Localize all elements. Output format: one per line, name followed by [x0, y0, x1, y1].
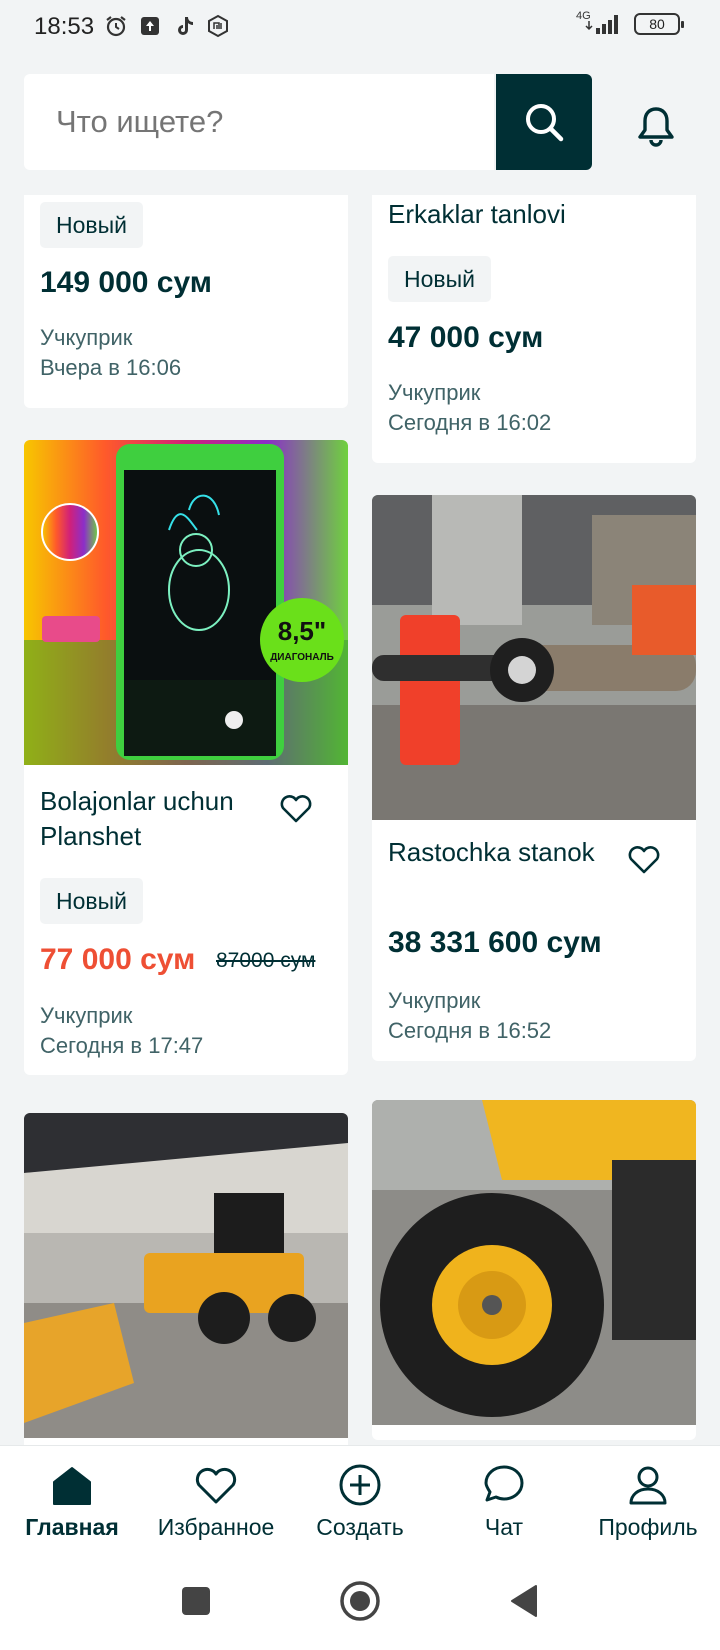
listing-location: Учкуприк [40, 325, 133, 350]
nav-label: Главная [25, 1514, 119, 1540]
listing-photo [372, 1100, 696, 1425]
nav-home[interactable]: Главная [0, 1446, 144, 1556]
nav-profile[interactable]: Профиль [576, 1446, 720, 1556]
square-icon [182, 1587, 210, 1615]
status-time: 18:53 [34, 13, 95, 40]
listing-title: Bolajonlar uchun Planshet [40, 786, 234, 851]
listing-price: 47 000 сум [388, 321, 544, 354]
bell-icon [638, 107, 674, 147]
listing-card[interactable]: Новый 149 000 сум Учкуприк Вчера в 16:06 [24, 195, 348, 408]
listing-card[interactable] [24, 1113, 348, 1445]
listing-old-price: 87000 сум [216, 949, 316, 972]
condition-badge: Новый [40, 202, 143, 248]
search-header [0, 50, 720, 195]
listing-price: 149 000 сум [40, 266, 212, 299]
status-right: 4G 80 [576, 10, 684, 36]
nav-label: Профиль [598, 1514, 698, 1540]
back-triangle-icon [511, 1585, 537, 1617]
screen-size-tag: 8,5" [278, 616, 326, 646]
listing-card[interactable]: Erkaklar tanlovi Новый 47 000 сум Учкупр… [372, 195, 696, 463]
nav-label: Чат [484, 1514, 524, 1540]
listing-date: Вчера в 16:06 [40, 355, 182, 380]
listing-photo [372, 495, 696, 820]
upload-icon [141, 17, 159, 35]
home-icon [49, 1462, 95, 1508]
profile-icon [625, 1462, 671, 1508]
listing-date: Сегодня в 17:47 [40, 1033, 204, 1058]
listing-location: Учкуприк [388, 988, 481, 1013]
home-system-button[interactable] [338, 1579, 382, 1623]
chevron-down-icon[interactable] [644, 195, 680, 209]
listing-card[interactable]: Rastochka stanok 38 331 600 сум Учкуприк… [372, 495, 696, 1061]
listing-card[interactable]: 8,5" ДИАГОНАЛЬ Bolajonlar uchun Planshet… [24, 440, 348, 1075]
listing-date: Сегодня в 16:52 [388, 1018, 552, 1043]
heart-icon[interactable] [278, 790, 314, 826]
chat-icon [481, 1462, 527, 1508]
nav-label: Создать [316, 1514, 404, 1540]
recent-apps-button[interactable] [174, 1579, 218, 1623]
listing-date: Сегодня в 16:02 [388, 410, 552, 435]
nav-chat[interactable]: Чат [432, 1446, 576, 1556]
heart-icon[interactable] [626, 841, 662, 877]
listing-title: Erkaklar tanlovi [388, 199, 566, 229]
search-box[interactable] [24, 74, 494, 170]
nav-label: Избранное [157, 1514, 275, 1540]
listing-title: Rastochka stanok [388, 837, 595, 867]
search-input[interactable] [56, 104, 476, 140]
listings-feed[interactable]: Новый 149 000 сум Учкуприк Вчера в 16:06… [0, 195, 720, 1445]
screen-size-caption: ДИАГОНАЛЬ [270, 652, 334, 663]
condition-badge: Новый [40, 878, 143, 924]
listing-location: Учкуприк [388, 380, 481, 405]
listing-card[interactable] [372, 1100, 696, 1440]
listing-photo: 8,5" ДИАГОНАЛЬ [24, 440, 348, 765]
nav-favorites[interactable]: Избранное [144, 1446, 288, 1556]
mi-icon [208, 14, 228, 38]
search-button[interactable] [496, 74, 592, 170]
circle-icon [340, 1581, 380, 1621]
status-bar: 18:53 4G 80 [0, 0, 720, 50]
condition-badge: Новый [388, 256, 491, 302]
notifications-button[interactable] [628, 98, 684, 154]
notification-icons [104, 14, 230, 38]
nav-create[interactable]: Создать [288, 1446, 432, 1556]
signal-icon: 4G [576, 10, 624, 36]
bottom-nav: Главная Избранное Создать Чат Профиль [0, 1445, 720, 1555]
alarm-icon [106, 16, 126, 37]
listing-price: 77 000 сум [40, 943, 196, 976]
tiktok-icon [178, 17, 193, 35]
listing-location: Учкуприк [40, 1003, 133, 1028]
heart-icon [193, 1462, 239, 1508]
plus-circle-icon [337, 1462, 383, 1508]
listing-photo [24, 1113, 348, 1438]
listing-price: 38 331 600 сум [388, 926, 602, 959]
system-nav-bar [0, 1555, 720, 1650]
search-icon [526, 104, 564, 142]
battery-icon: 80 [634, 13, 684, 35]
back-button[interactable] [502, 1579, 546, 1623]
